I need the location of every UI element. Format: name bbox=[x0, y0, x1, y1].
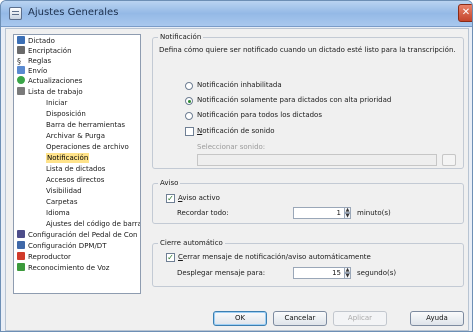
tree-item-iniciar[interactable]: Iniciar bbox=[46, 98, 67, 108]
tree-item-envio[interactable]: Envío bbox=[17, 66, 47, 76]
display-unit-label: segundo(s) bbox=[357, 269, 397, 277]
close-icon[interactable]: ✕ bbox=[458, 4, 472, 22]
help-button[interactable]: Ayuda bbox=[410, 311, 464, 326]
notification-group: Notificación Defina cómo quiere ser noti… bbox=[152, 33, 464, 169]
tree-item-accesos-directos[interactable]: Accesos directos bbox=[46, 175, 104, 185]
sound-notification-label: Notificación de sonido bbox=[197, 127, 275, 135]
apply-button[interactable]: Aplicar bbox=[333, 311, 387, 326]
reminder-group: Aviso ✓ Aviso activo Recordar todo: 1 ▲ … bbox=[152, 179, 464, 224]
tree-item-operaciones-archivo[interactable]: Operaciones de archivo bbox=[46, 142, 129, 152]
auto-close-group: Cierre automático ✓ Cerrar mensaje de no… bbox=[152, 239, 464, 287]
notification-description: Defina cómo quiere ser notificado cuando… bbox=[159, 46, 456, 54]
ok-button[interactable]: OK bbox=[213, 311, 267, 326]
window-title: Ajustes Generales bbox=[28, 7, 119, 18]
auto-close-label: Cerrar mensaje de notificación/aviso aut… bbox=[178, 253, 371, 261]
radio-notification-disabled[interactable] bbox=[185, 82, 193, 90]
cancel-button[interactable]: Cancelar bbox=[273, 311, 327, 326]
rules-icon: § bbox=[17, 57, 21, 66]
window-icon bbox=[9, 7, 22, 20]
tree-item-archivar-purga[interactable]: Archivar & Purga bbox=[46, 131, 105, 141]
send-icon bbox=[17, 66, 25, 74]
voice-icon bbox=[17, 263, 25, 271]
tree-item-lista-de-trabajo[interactable]: Lista de trabajo bbox=[17, 87, 83, 97]
worklist-icon bbox=[17, 87, 25, 95]
tree-item-reproductor[interactable]: Reproductor bbox=[17, 252, 71, 262]
tree-item-disposicion[interactable]: Disposición bbox=[46, 109, 86, 119]
tree-item-pedal[interactable]: Configuración del Pedal de Con bbox=[17, 230, 137, 240]
tree-item-dictado[interactable]: Dictado bbox=[17, 36, 55, 46]
tree-item-reglas[interactable]: § Reglas bbox=[17, 56, 51, 66]
tree-item-barra-herramientas[interactable]: Barra de herramientas bbox=[46, 120, 125, 130]
tree-item-reconocimiento-voz[interactable]: Reconocimiento de Voz bbox=[17, 263, 109, 273]
tree-item-notificacion[interactable]: Notificación bbox=[46, 153, 90, 163]
dictation-icon bbox=[17, 36, 25, 44]
reminder-group-title: Aviso bbox=[158, 179, 181, 188]
tree-item-encriptacion[interactable]: Encriptación bbox=[17, 46, 72, 56]
dialog-body: Dictado Encriptación § Reglas Envío Actua… bbox=[5, 28, 469, 331]
encryption-icon bbox=[17, 46, 25, 54]
dpm-icon bbox=[17, 241, 25, 249]
player-icon bbox=[17, 252, 25, 260]
notification-group-title: Notificación bbox=[158, 33, 204, 42]
reminder-active-checkbox[interactable]: ✓ bbox=[166, 194, 175, 203]
tree-item-codigo-barras[interactable]: Ajustes del código de barras bbox=[46, 219, 140, 229]
tree-item-actualizaciones[interactable]: Actualizaciones bbox=[17, 76, 82, 86]
select-sound-label: Seleccionar sonido: bbox=[197, 143, 266, 151]
browse-sound-button[interactable] bbox=[442, 154, 456, 166]
remind-every-input[interactable]: 1 bbox=[293, 207, 345, 219]
radio-notification-disabled-label: Notificación inhabilitada bbox=[197, 81, 282, 89]
tree-item-idioma[interactable]: Idioma bbox=[46, 208, 70, 218]
tree-item-dpm[interactable]: Configuración DPM/DT bbox=[17, 241, 106, 251]
auto-close-checkbox[interactable]: ✓ bbox=[166, 253, 175, 262]
display-for-input[interactable]: 15 bbox=[293, 267, 345, 279]
updates-icon bbox=[17, 76, 25, 84]
remind-every-label: Recordar todo: bbox=[177, 209, 229, 217]
title-bar[interactable]: Ajustes Generales ✕ bbox=[1, 1, 472, 27]
display-down-arrow-icon[interactable]: ▼ bbox=[344, 273, 351, 279]
reminder-active-label: Aviso activo bbox=[178, 194, 220, 202]
remind-unit-label: minuto(s) bbox=[357, 209, 391, 217]
tree-item-visibilidad[interactable]: Visibilidad bbox=[46, 186, 82, 196]
radio-notification-high-priority-label: Notificación solamente para dictados con… bbox=[197, 96, 392, 104]
pedal-icon bbox=[17, 230, 25, 238]
auto-close-group-title: Cierre automático bbox=[158, 239, 225, 248]
remind-down-arrow-icon[interactable]: ▼ bbox=[344, 213, 351, 219]
display-for-label: Desplegar mensaje para: bbox=[177, 269, 266, 277]
tree-item-carpetas[interactable]: Carpetas bbox=[46, 197, 78, 207]
sound-file-field[interactable] bbox=[197, 154, 437, 166]
radio-notification-all[interactable] bbox=[185, 112, 193, 120]
sound-notification-checkbox[interactable] bbox=[185, 127, 194, 136]
settings-window: Ajustes Generales ✕ Dictado Encriptación… bbox=[0, 0, 473, 332]
settings-tree[interactable]: Dictado Encriptación § Reglas Envío Actua… bbox=[13, 34, 141, 294]
radio-notification-all-label: Notificación para todos los dictados bbox=[197, 111, 322, 119]
tree-item-lista-dictados[interactable]: Lista de dictados bbox=[46, 164, 105, 174]
radio-notification-high-priority[interactable] bbox=[185, 97, 193, 105]
